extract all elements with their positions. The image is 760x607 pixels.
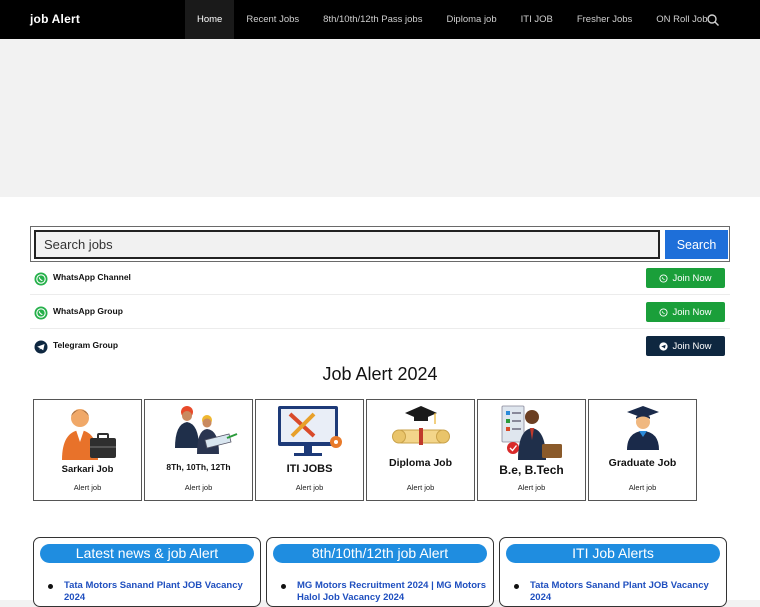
panel-title: 8th/10th/12th job Alert — [273, 544, 487, 563]
site-brand[interactable]: job Alert — [30, 12, 80, 26]
nav-item-iti-job[interactable]: ITI JOB — [509, 0, 565, 39]
category-name: Graduate Job — [608, 457, 677, 469]
category-sub: Alert job — [73, 483, 102, 492]
category-card-iti-jobs[interactable]: ITI JOBS Alert job — [255, 399, 364, 501]
diploma-scroll-icon — [392, 406, 450, 445]
telegram-icon — [34, 340, 48, 354]
join-row-whatsapp-channel: WhatsApp Channel Join Now — [30, 261, 730, 295]
search-icon[interactable] — [706, 13, 720, 27]
panel-pass-job-alert: 8th/10th/12th job Alert MG Motors Recrui… — [266, 537, 494, 607]
category-sub: Alert job — [295, 483, 324, 492]
bullet-icon — [48, 584, 53, 589]
join-now-button[interactable]: Join Now — [646, 268, 725, 288]
whatsapp-icon — [34, 306, 48, 320]
category-card-be-btech[interactable]: B.e, B.Tech Alert job — [477, 399, 586, 501]
engineer-checklist-icon — [501, 405, 562, 460]
panel-title: ITI Job Alerts — [506, 544, 720, 563]
panel-latest-news: Latest news & job Alert Tata Motors Sana… — [33, 537, 261, 607]
panel-title: Latest news & job Alert — [40, 544, 254, 563]
join-row-label: WhatsApp Group — [53, 306, 123, 316]
category-card-pass-jobs[interactable]: 8Th, 10Th, 12Th Alert job — [144, 399, 253, 501]
bullet-icon — [281, 584, 286, 589]
category-sub: Alert job — [628, 483, 657, 492]
category-name: 8Th, 10Th, 12Th — [166, 462, 231, 472]
category-name: ITI JOBS — [286, 463, 333, 475]
join-now-label: Join Now — [672, 306, 712, 318]
category-card-diploma-job[interactable]: Diploma Job Alert job — [366, 399, 475, 501]
search-input[interactable] — [34, 230, 660, 259]
whatsapp-icon — [659, 273, 669, 283]
search-button[interactable]: Search — [665, 230, 728, 259]
category-name: B.e, B.Tech — [499, 463, 564, 477]
nav-item-diploma-job[interactable]: Diploma job — [434, 0, 508, 39]
category-sub: Alert job — [517, 483, 546, 492]
nav-item-home[interactable]: Home — [185, 0, 235, 39]
join-now-button[interactable]: Join Now — [646, 302, 725, 322]
bullet-icon — [514, 584, 519, 589]
join-row-label: Telegram Group — [53, 340, 119, 350]
list-item-link[interactable]: Tata Motors Sanand Plant JOB Vacancy 202… — [64, 580, 243, 603]
category-cards: Sarkari Job Alert job 8Th, 10Th, 12Th Al… — [33, 399, 697, 501]
ad-area — [0, 39, 760, 197]
category-card-sarkari-job[interactable]: Sarkari Job Alert job — [33, 399, 142, 501]
join-row-label: WhatsApp Channel — [53, 272, 131, 282]
category-name: Sarkari Job — [61, 464, 114, 475]
list-item-link[interactable]: Tata Motors Sanand Plant JOB Vacancy 202… — [530, 580, 709, 603]
category-sub: Alert job — [184, 483, 213, 492]
join-now-label: Join Now — [672, 340, 712, 352]
main-nav: Home Recent Jobs 8th/10th/12th Pass jobs… — [185, 0, 719, 39]
section-title: Job Alert 2024 — [322, 364, 438, 384]
whatsapp-icon — [659, 307, 669, 317]
category-name: Diploma Job — [388, 457, 452, 469]
search-form: Search — [30, 226, 730, 262]
telegram-icon — [659, 341, 669, 351]
officer-briefcase-icon — [62, 409, 116, 460]
engineers-icon — [175, 406, 238, 454]
graduate-icon — [627, 406, 659, 450]
nav-item-pass-jobs[interactable]: 8th/10th/12th Pass jobs — [311, 0, 434, 39]
join-now-label: Join Now — [672, 272, 712, 284]
whatsapp-icon — [34, 272, 48, 286]
join-row-telegram-group: Telegram Group Join Now — [30, 329, 730, 363]
tools-monitor-icon — [278, 406, 342, 456]
join-now-button[interactable]: Join Now — [646, 336, 725, 356]
join-row-whatsapp-group: WhatsApp Group Join Now — [30, 295, 730, 329]
category-card-graduate-job[interactable]: Graduate Job Alert job — [588, 399, 697, 501]
nav-item-recent-jobs[interactable]: Recent Jobs — [234, 0, 311, 39]
list-item-link[interactable]: MG Motors Recruitment 2024 | MG Motors H… — [297, 580, 486, 603]
category-sub: Alert job — [406, 483, 435, 492]
top-navbar: job Alert Home Recent Jobs 8th/10th/12th… — [0, 0, 760, 39]
panel-iti-job-alerts: ITI Job Alerts Tata Motors Sanand Plant … — [499, 537, 727, 607]
nav-item-fresher-jobs[interactable]: Fresher Jobs — [565, 0, 644, 39]
